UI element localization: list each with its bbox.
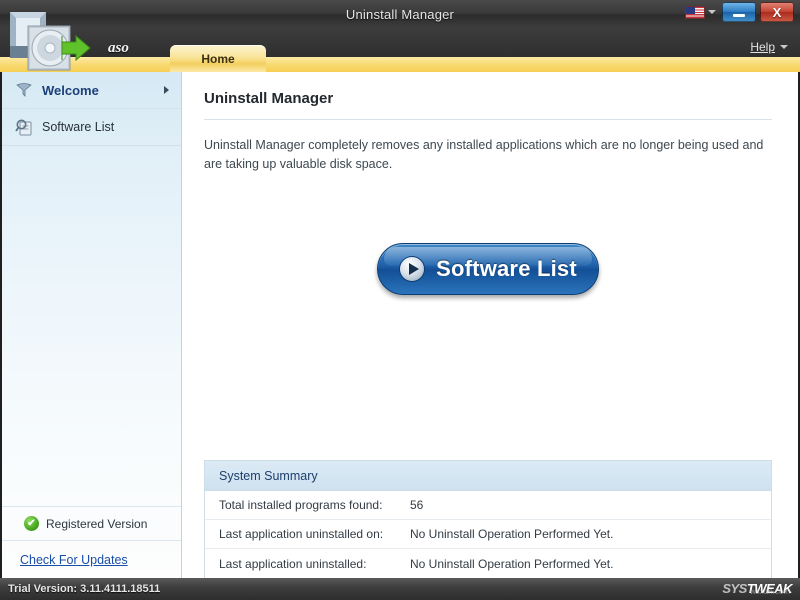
software-list-button-label: Software List [436,256,577,282]
summary-value: No Uninstall Operation Performed Yet. [410,557,613,571]
registered-label: Registered Version [46,517,147,531]
summary-value: 56 [410,498,423,512]
application-window: Uninstall Manager X [0,0,800,600]
trial-version-label: Trial Version: 3.11.4111.18511 [8,583,160,595]
welcome-icon [14,80,34,100]
table-row: Last application uninstalled on: No Unin… [205,520,771,549]
close-button[interactable]: X [760,2,794,22]
chevron-down-icon [780,45,788,49]
page-title: Uninstall Manager [204,90,772,107]
sidebar-item-software-list-label: Software List [42,120,114,134]
sidebar-item-welcome[interactable]: Welcome [2,72,181,109]
toolbar-accent-bar [0,57,800,72]
app-logo-icon [2,6,106,74]
window-title: Uninstall Manager [346,7,454,22]
page-description: Uninstall Manager completely removes any… [204,136,764,175]
sidebar-item-software-list[interactable]: Software List [2,109,181,146]
summary-key: Last application uninstalled on: [205,527,410,541]
brand-label: aso [108,40,129,57]
system-summary-panel: System Summary Total installed programs … [204,460,772,578]
help-menu[interactable]: Help [750,40,788,54]
summary-key: Total installed programs found: [205,498,410,512]
check-circle-icon: ✔ [24,516,39,531]
help-link-label: Help [750,40,775,54]
system-summary-header: System Summary [205,461,771,491]
summary-value: No Uninstall Operation Performed Yet. [410,527,613,541]
watermark-subtext: wsxdn.com [750,587,790,596]
minimize-button[interactable] [722,2,756,22]
cta-container: Software List [204,243,772,295]
minimize-icon [733,14,745,17]
tab-home-label: Home [201,52,234,66]
body-area: Welcome Software List ✔ Registered Versi… [0,72,800,578]
title-divider [204,119,772,120]
language-selector[interactable] [683,4,718,21]
table-row: Last application uninstalled: No Uninsta… [205,549,771,578]
close-icon: X [773,6,782,19]
sidebar-spacer [2,146,181,506]
chevron-right-icon [164,86,169,94]
us-flag-icon [685,6,705,19]
summary-key: Last application uninstalled: [205,557,410,571]
check-updates-row: Check For Updates [2,540,181,578]
tab-home[interactable]: Home [170,45,266,72]
software-list-icon [14,117,34,137]
check-updates-link[interactable]: Check For Updates [20,553,128,567]
content-area: Uninstall Manager Uninstall Manager comp… [182,72,798,578]
registered-status: ✔ Registered Version [2,506,181,540]
window-controls: X [683,2,794,22]
status-bar: Trial Version: 3.11.4111.18511 SYSTWEAK … [0,578,800,600]
software-list-button[interactable]: Software List [377,243,599,295]
sidebar: Welcome Software List ✔ Registered Versi… [2,72,182,578]
watermark-sys: SYS [722,581,747,596]
play-icon [399,256,425,282]
title-bar: Uninstall Manager X [0,0,800,28]
sidebar-item-welcome-label: Welcome [42,83,99,98]
system-summary-title: System Summary [219,469,318,483]
toolbar: aso Home Help [0,28,800,72]
chevron-down-icon [708,10,716,14]
table-row: Total installed programs found: 56 [205,491,771,520]
